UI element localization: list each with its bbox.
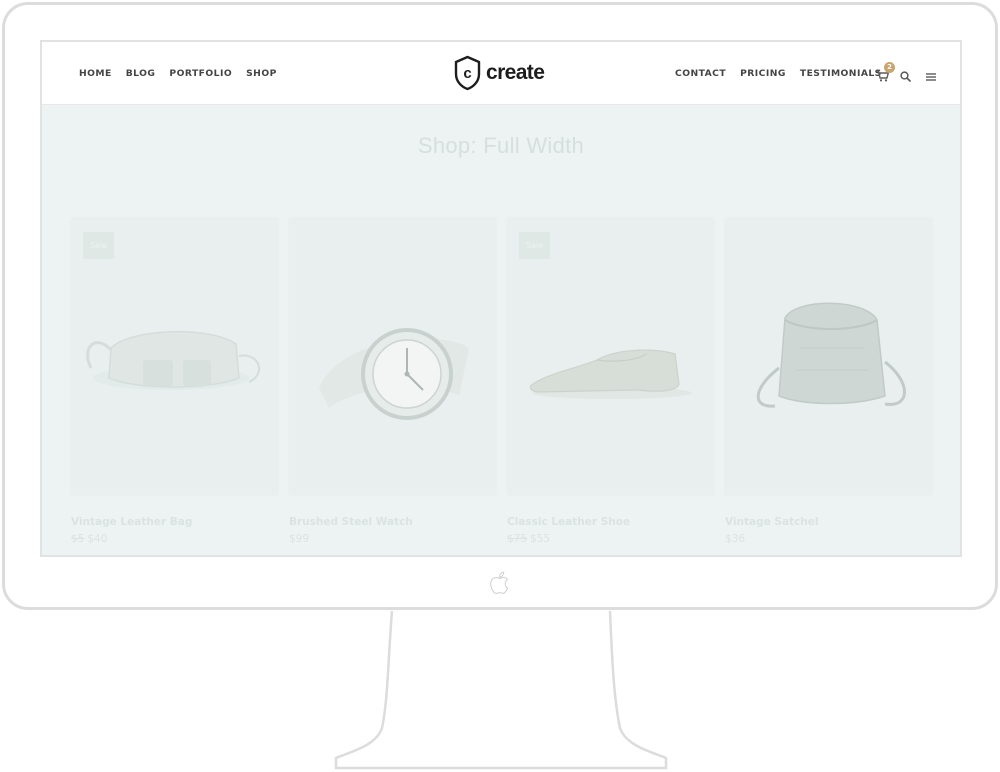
logo-text: create	[486, 61, 545, 84]
hamburger-menu-icon	[926, 73, 936, 81]
old-price: $75	[507, 533, 528, 545]
product-price: $75 $55	[507, 533, 714, 545]
cart-button[interactable]: 2	[876, 62, 895, 82]
menu-button[interactable]	[926, 67, 938, 81]
screen: HOME BLOG PORTFOLIO SHOP c create CONTAC…	[40, 40, 962, 557]
nav-shop-link[interactable]: SHOP	[246, 68, 277, 79]
primary-nav-left: HOME BLOG PORTFOLIO SHOP	[79, 42, 277, 105]
cart-count-badge: 2	[884, 62, 895, 73]
header-actions: 2	[876, 62, 938, 82]
satchel-image	[756, 302, 906, 408]
nav-blog-link[interactable]: BLOG	[126, 68, 156, 79]
steel-watch-image	[319, 328, 469, 420]
shield-logo-icon: c	[454, 55, 481, 91]
product-price: $36	[725, 533, 932, 545]
product-item[interactable]: Brushed Steel Watch $99	[289, 218, 496, 545]
leather-bag-image	[86, 331, 261, 390]
site-logo[interactable]: c create	[454, 53, 545, 93]
nav-testimonials-link[interactable]: TESTIMONIALS	[800, 68, 882, 79]
apple-logo-icon	[490, 571, 509, 595]
product-name[interactable]: Classic Leather Shoe	[507, 516, 714, 528]
current-price: $55	[530, 533, 551, 545]
current-price: $40	[87, 533, 108, 545]
product-price: $99	[289, 533, 496, 545]
current-price: $36	[725, 533, 746, 545]
product-card[interactable]	[725, 218, 932, 495]
current-price: $99	[289, 533, 310, 545]
product-card[interactable]	[289, 218, 496, 495]
product-card[interactable]: Sale	[507, 218, 714, 495]
leather-shoe-image	[529, 349, 692, 399]
nav-home-link[interactable]: HOME	[79, 68, 112, 79]
product-name[interactable]: Brushed Steel Watch	[289, 516, 496, 528]
product-item[interactable]: Sale Vintage Leather Bag $5 $40	[71, 218, 278, 545]
page-title: Shop: Full Width	[417, 133, 585, 158]
product-item[interactable]: Vintage Satchel $36	[725, 218, 932, 545]
sale-badge: Sale	[83, 232, 114, 259]
product-price: $5 $40	[71, 533, 278, 545]
primary-nav-right: CONTACT PRICING TESTIMONIALS	[675, 42, 882, 105]
nav-portfolio-link[interactable]: PORTFOLIO	[169, 68, 232, 79]
product-name[interactable]: Vintage Leather Bag	[71, 516, 278, 528]
search-button[interactable]	[900, 67, 912, 82]
product-item[interactable]: Sale Classic Leather Shoe $75 $55	[507, 218, 714, 545]
product-card[interactable]: Sale	[71, 218, 278, 495]
old-price: $5	[71, 533, 85, 545]
search-icon	[900, 71, 911, 82]
nav-contact-link[interactable]: CONTACT	[675, 68, 726, 79]
logo-letter: c	[463, 65, 471, 82]
sale-badge: Sale	[519, 232, 550, 259]
site-header: HOME BLOG PORTFOLIO SHOP c create CONTAC…	[42, 42, 960, 105]
product-name[interactable]: Vintage Satchel	[725, 516, 932, 528]
nav-pricing-link[interactable]: PRICING	[740, 68, 786, 79]
